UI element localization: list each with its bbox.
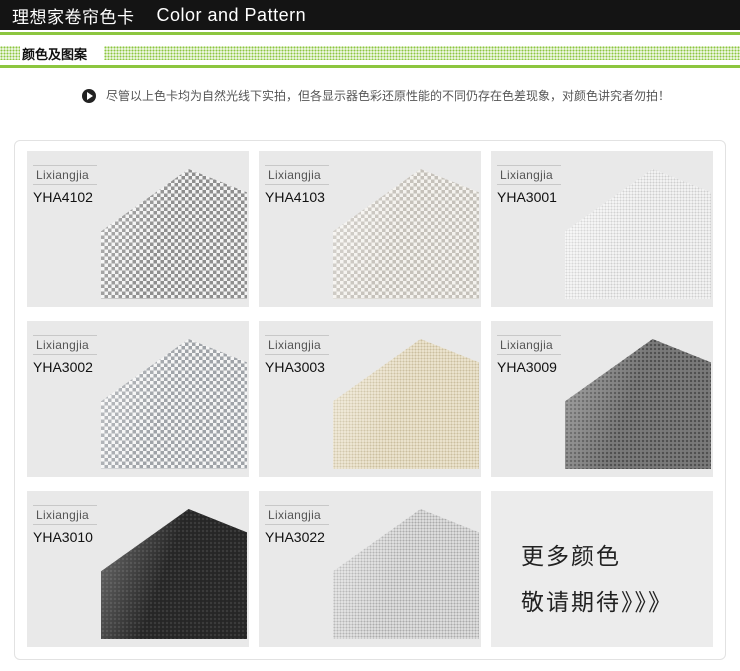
section-title: 颜色及图案	[22, 48, 88, 63]
swatch-code: YHA3002	[33, 359, 93, 375]
swatch-brand: Lixiangjia	[265, 505, 329, 525]
play-circle-icon	[82, 89, 96, 103]
swatch-brand: Lixiangjia	[33, 335, 97, 355]
swatch-card[interactable]: Lixiangjia YHA3009	[491, 321, 713, 477]
swatch-card[interactable]: Lixiangjia YHA4103	[259, 151, 481, 307]
header-title-en: Color and Pattern	[156, 4, 307, 25]
fabric-swatch-image	[333, 169, 479, 299]
swatch-brand: Lixiangjia	[33, 165, 97, 185]
swatch-code: YHA3022	[265, 529, 325, 545]
header-divider	[0, 32, 740, 35]
dots-decoration-left	[0, 46, 20, 60]
header-title-cn: 理想家卷帘色卡	[12, 7, 135, 28]
swatch-card[interactable]: Lixiangjia YHA3022	[259, 491, 481, 647]
swatch-code: YHA3009	[497, 359, 557, 375]
dots-decoration-right	[104, 46, 740, 60]
fabric-swatch-image	[101, 339, 247, 469]
swatch-code: YHA4103	[265, 189, 325, 205]
swatch-brand: Lixiangjia	[265, 165, 329, 185]
fabric-swatch-image	[101, 169, 247, 299]
section-divider	[0, 65, 740, 68]
more-colors-coming-soon: 敬请期待》》》	[521, 590, 673, 616]
swatch-card[interactable]: Lixiangjia YHA3010	[27, 491, 249, 647]
swatch-code: YHA4102	[33, 189, 93, 205]
swatch-grid: Lixiangjia YHA4102 Lixiangjia YHA4103 Li…	[14, 140, 726, 660]
swatch-brand: Lixiangjia	[33, 505, 97, 525]
swatch-brand: Lixiangjia	[497, 165, 561, 185]
notice-text: 尽管以上色卡均为自然光线下实拍，但各显示器色彩还原性能的不同仍存在色差现象，对颜…	[106, 89, 671, 103]
section-header: 颜色及图案	[0, 43, 740, 63]
swatch-code: YHA3003	[265, 359, 325, 375]
swatch-code: YHA3001	[497, 189, 557, 205]
fabric-swatch-image	[565, 169, 711, 299]
fabric-swatch-image	[333, 509, 479, 639]
swatch-card[interactable]: Lixiangjia YHA3001	[491, 151, 713, 307]
fabric-swatch-image	[101, 509, 247, 639]
more-colors-title: 更多颜色	[521, 544, 621, 570]
color-notice: 尽管以上色卡均为自然光线下实拍，但各显示器色彩还原性能的不同仍存在色差现象，对颜…	[82, 86, 672, 107]
swatch-card[interactable]: Lixiangjia YHA4102	[27, 151, 249, 307]
more-colors-card[interactable]: 更多颜色 敬请期待》》》	[491, 491, 713, 647]
swatch-code: YHA3010	[33, 529, 93, 545]
page-header: 理想家卷帘色卡 Color and Pattern	[0, 0, 740, 30]
swatch-card[interactable]: Lixiangjia YHA3002	[27, 321, 249, 477]
fabric-swatch-image	[333, 339, 479, 469]
swatch-brand: Lixiangjia	[265, 335, 329, 355]
swatch-brand: Lixiangjia	[497, 335, 561, 355]
fabric-swatch-image	[565, 339, 711, 469]
swatch-card[interactable]: Lixiangjia YHA3003	[259, 321, 481, 477]
